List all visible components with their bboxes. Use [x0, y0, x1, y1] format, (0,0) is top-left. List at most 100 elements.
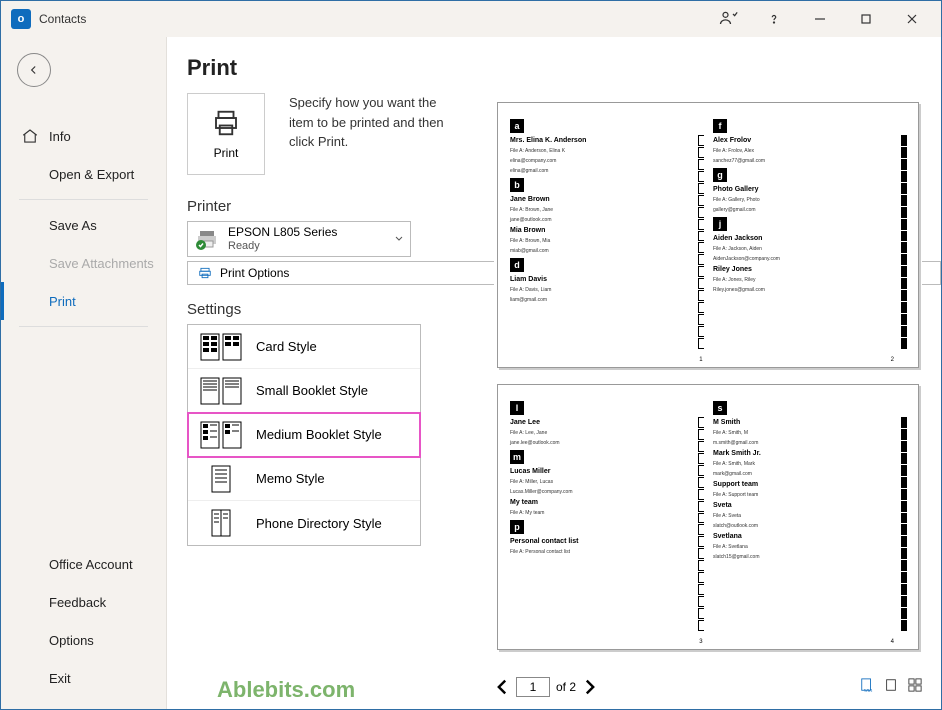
- contact-line: miab@gmail.com: [510, 248, 703, 254]
- nav-save-as[interactable]: Save As: [1, 206, 166, 244]
- nav-office-account[interactable]: Office Account: [1, 545, 166, 583]
- contact-name: Alex Frolov: [713, 137, 906, 144]
- contact-line: File A: Svetlana: [713, 544, 906, 550]
- letter-tab: m: [510, 450, 524, 464]
- back-button[interactable]: [17, 53, 51, 87]
- contact-name: Mark Smith Jr.: [713, 450, 906, 457]
- contact-line: slatch@outlook.com: [713, 523, 906, 529]
- nav-label: Exit: [49, 671, 71, 686]
- contact-line: File A: Support team: [713, 492, 906, 498]
- contact-name: Jane Lee: [510, 419, 703, 426]
- contact-line: File A: Anderson, Elina K: [510, 148, 703, 154]
- settings-item-label: Card Style: [256, 339, 317, 354]
- window-title: Contacts: [39, 12, 86, 26]
- nav-label: Save As: [49, 218, 97, 233]
- minimize-button[interactable]: [797, 1, 843, 37]
- contact-name: Photo Gallery: [713, 186, 906, 193]
- nav-info[interactable]: Info: [1, 117, 166, 155]
- contact-line: slatch15@gmail.com: [713, 554, 906, 560]
- contact-line: Riley.jones@gmail.com: [713, 287, 906, 293]
- settings-item-label: Small Booklet Style: [256, 383, 368, 398]
- contact-line: File A: Smith, M: [713, 430, 906, 436]
- page-input[interactable]: [516, 677, 550, 697]
- card-style-icon: [200, 333, 242, 361]
- contact-line: sanchez77@gmail.com: [713, 158, 906, 164]
- nav-open-export[interactable]: Open & Export: [1, 155, 166, 193]
- contact-line: File A: Brown, Jane: [510, 207, 703, 213]
- printer-name: EPSON L805 Series: [228, 226, 337, 239]
- titlebar: o Contacts: [1, 1, 941, 37]
- letter-tab: a: [510, 119, 524, 133]
- print-description: Specify how you want the item to be prin…: [289, 93, 449, 175]
- nav-exit[interactable]: Exit: [1, 659, 166, 697]
- settings-item-label: Memo Style: [256, 471, 325, 486]
- contact-line: elina@gmail.com: [510, 168, 703, 174]
- contact-line: File A: My team: [510, 510, 703, 516]
- page-total: of 2: [556, 680, 576, 694]
- phone-directory-icon: [200, 509, 242, 537]
- settings-memo-style[interactable]: Memo Style: [188, 457, 420, 501]
- print-button[interactable]: Print: [187, 93, 265, 175]
- contact-line: File A: Frolov, Alex: [713, 148, 906, 154]
- help-icon[interactable]: [751, 1, 797, 37]
- letter-tab: p: [510, 520, 524, 534]
- letter-tab: g: [713, 168, 727, 182]
- contact-line: elina@company.com: [510, 158, 703, 164]
- next-page-button[interactable]: [582, 679, 598, 695]
- printer-dropdown[interactable]: EPSON L805 Series Ready: [187, 221, 411, 257]
- contact-name: Aiden Jackson: [713, 235, 906, 242]
- contact-name: Sveta: [713, 502, 906, 509]
- account-icon[interactable]: [705, 1, 751, 37]
- print-preview[interactable]: aMrs. Elina K. AndersonFile A: Anderson,…: [494, 102, 922, 654]
- contact-line: File A: Smith, Mark: [713, 461, 906, 467]
- nav-feedback[interactable]: Feedback: [1, 583, 166, 621]
- nav-label: Print: [49, 294, 76, 309]
- nav-print[interactable]: Print: [1, 282, 166, 320]
- settings-small-booklet[interactable]: Small Booklet Style: [188, 369, 420, 413]
- preview-pager: of 2 100: [494, 674, 922, 700]
- printer-ready-icon: [194, 227, 220, 251]
- letter-tab: b: [510, 178, 524, 192]
- print-options-icon: [198, 266, 212, 280]
- contact-line: m.smith@gmail.com: [713, 440, 906, 446]
- letter-tab: s: [713, 401, 727, 415]
- memo-style-icon: [200, 465, 242, 493]
- settings-phone-directory[interactable]: Phone Directory Style: [188, 501, 420, 545]
- chevron-down-icon: [394, 234, 404, 244]
- nav-options[interactable]: Options: [1, 621, 166, 659]
- contact-line: File A: Personal contact list: [510, 549, 703, 555]
- small-booklet-icon: [200, 377, 242, 405]
- preview-page: aMrs. Elina K. AndersonFile A: Anderson,…: [497, 102, 919, 368]
- contact-name: Liam Davis: [510, 276, 703, 283]
- maximize-button[interactable]: [843, 1, 889, 37]
- contact-name: Support team: [713, 481, 906, 488]
- contact-name: Svetlana: [713, 533, 906, 540]
- close-button[interactable]: [889, 1, 935, 37]
- preview-page: lJane LeeFile A: Lee, Janejane.lee@outlo…: [497, 384, 919, 650]
- settings-card-style[interactable]: Card Style: [188, 325, 420, 369]
- letter-tab: l: [510, 401, 524, 415]
- nav-label: Save Attachments: [49, 256, 154, 271]
- contact-line: File A: Gallery, Photo: [713, 197, 906, 203]
- prev-page-button[interactable]: [494, 679, 510, 695]
- multiple-pages-icon[interactable]: [908, 678, 922, 697]
- contact-line: File A: Jackson, Aiden: [713, 246, 906, 252]
- print-options-label: Print Options: [220, 266, 289, 280]
- contact-line: File A: Lee, Jane: [510, 430, 703, 436]
- backstage-sidebar: Info Open & Export Save As Save Attachme…: [1, 37, 166, 709]
- actual-size-icon[interactable]: 100: [860, 678, 874, 697]
- contact-name: My team: [510, 499, 703, 506]
- contact-name: M Smith: [713, 419, 906, 426]
- contact-line: File A: Davis, Liam: [510, 287, 703, 293]
- contact-name: Lucas Miller: [510, 468, 703, 475]
- nav-save-attachments: Save Attachments: [1, 244, 166, 282]
- printer-section-label: Printer: [187, 198, 231, 215]
- settings-item-label: Medium Booklet Style: [256, 427, 382, 442]
- print-button-label: Print: [214, 146, 239, 160]
- nav-label: Office Account: [49, 557, 133, 572]
- nav-label: Open & Export: [49, 167, 134, 182]
- page-number: 1: [699, 357, 702, 363]
- one-page-icon[interactable]: [884, 678, 898, 697]
- printer-status: Ready: [228, 240, 337, 252]
- settings-medium-booklet[interactable]: Medium Booklet Style: [188, 413, 420, 457]
